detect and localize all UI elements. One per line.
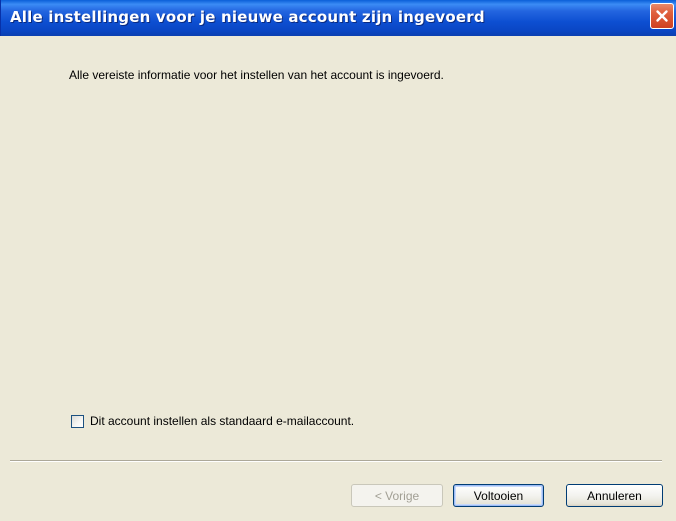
default-account-checkbox-label[interactable]: Dit account instellen als standaard e-ma… [90,414,354,428]
info-text: Alle vereiste informatie voor het instel… [69,68,444,82]
cancel-button[interactable]: Annuleren [566,484,663,507]
previous-button[interactable]: < Vorige [351,484,443,507]
dialog-content: Alle vereiste informatie voor het instel… [0,36,676,521]
finish-button[interactable]: Voltooien [453,484,544,507]
title-bar[interactable]: Alle instellingen voor je nieuwe account… [0,0,676,36]
dialog-title: Alle instellingen voor je nieuwe account… [10,8,485,26]
close-button[interactable] [650,3,674,29]
default-account-checkbox[interactable] [71,414,84,428]
dialog-window: Alle instellingen voor je nieuwe account… [0,0,676,521]
close-icon [655,9,669,23]
separator [10,460,662,462]
default-account-checkbox-row[interactable]: Dit account instellen als standaard e-ma… [71,414,354,428]
